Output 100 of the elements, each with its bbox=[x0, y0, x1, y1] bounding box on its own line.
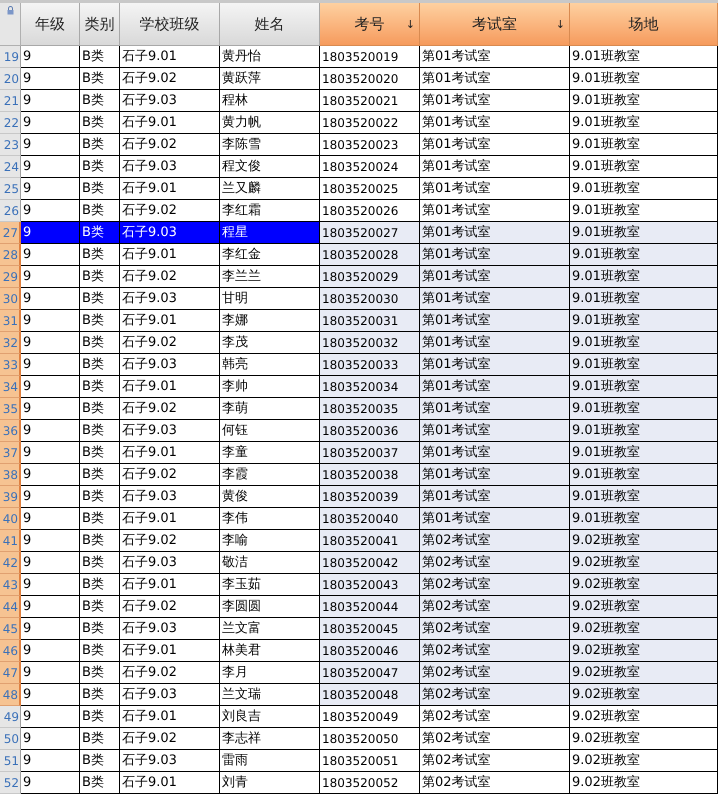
table-cell: 9.01班教室 bbox=[570, 508, 718, 530]
row-header[interactable]: 41 bbox=[0, 530, 21, 552]
table-cell: 兰文瑞 bbox=[220, 684, 320, 706]
table-cell: 9 bbox=[21, 728, 80, 750]
row-header[interactable]: 30 bbox=[0, 288, 21, 310]
table-cell: 雷雨 bbox=[220, 750, 320, 772]
row-header[interactable]: 23 bbox=[0, 134, 21, 156]
row-header[interactable]: 40 bbox=[0, 508, 21, 530]
table-cell: 9 bbox=[21, 244, 80, 266]
row-header[interactable]: 37 bbox=[0, 442, 21, 464]
row-header[interactable]: 21 bbox=[0, 90, 21, 112]
row-header[interactable]: 19 bbox=[0, 46, 21, 68]
row-header[interactable]: 43 bbox=[0, 574, 21, 596]
table-cell: B类 bbox=[80, 90, 120, 112]
table-cell: 兰文富 bbox=[220, 618, 320, 640]
row-header[interactable]: 48 bbox=[0, 684, 21, 706]
table-cell: 石子9.02 bbox=[120, 266, 220, 288]
table-cell: B类 bbox=[80, 574, 120, 596]
row-header[interactable]: 42 bbox=[0, 552, 21, 574]
table-cell: 9.02班教室 bbox=[570, 530, 718, 552]
row-header[interactable]: 31 bbox=[0, 310, 21, 332]
table-cell: 第01考试室 bbox=[420, 332, 570, 354]
column-header[interactable]: 年级 bbox=[21, 3, 80, 46]
table-cell: 李萌 bbox=[220, 398, 320, 420]
column-header[interactable]: 类别 bbox=[80, 3, 120, 46]
table-cell: 第01考试室 bbox=[420, 486, 570, 508]
table-cell: B类 bbox=[80, 310, 120, 332]
row-header[interactable]: 20 bbox=[0, 68, 21, 90]
table-cell: 9 bbox=[21, 464, 80, 486]
sort-arrow[interactable]: ↓ bbox=[556, 17, 565, 34]
table-cell: 第01考试室 bbox=[420, 398, 570, 420]
table-cell: 1803520043 bbox=[320, 574, 420, 596]
table-cell: 9.02班教室 bbox=[570, 750, 718, 772]
row-header[interactable]: 22 bbox=[0, 112, 21, 134]
table-cell: B类 bbox=[80, 640, 120, 662]
table-cell: B类 bbox=[80, 178, 120, 200]
row-header[interactable]: 47 bbox=[0, 662, 21, 684]
table-cell: 第02考试室 bbox=[420, 728, 570, 750]
table-cell: 兰又麟 bbox=[220, 178, 320, 200]
table-cell: B类 bbox=[80, 750, 120, 772]
table-cell: 9.01班教室 bbox=[570, 112, 718, 134]
table-cell: B类 bbox=[80, 398, 120, 420]
table-cell: 1803520033 bbox=[320, 354, 420, 376]
table-cell: B类 bbox=[80, 442, 120, 464]
sort-arrow[interactable]: ↓ bbox=[406, 17, 415, 34]
table-cell: B类 bbox=[80, 354, 120, 376]
table-cell: 石子9.01 bbox=[120, 46, 220, 68]
column-header[interactable]: 场地 bbox=[570, 3, 718, 46]
row-header[interactable]: 39 bbox=[0, 486, 21, 508]
table-cell: 第02考试室 bbox=[420, 530, 570, 552]
table-cell: B类 bbox=[80, 266, 120, 288]
table-cell: 石子9.01 bbox=[120, 706, 220, 728]
table-cell: 第02考试室 bbox=[420, 662, 570, 684]
row-header[interactable]: 46 bbox=[0, 640, 21, 662]
table-cell: 1803520032 bbox=[320, 332, 420, 354]
table-cell: 石子9.02 bbox=[120, 728, 220, 750]
row-header[interactable]: 33 bbox=[0, 354, 21, 376]
row-header[interactable]: 34 bbox=[0, 376, 21, 398]
row-header[interactable]: 27 bbox=[0, 222, 21, 244]
table-cell: 第02考试室 bbox=[420, 684, 570, 706]
row-header[interactable]: 28 bbox=[0, 244, 21, 266]
table-cell: 李红霜 bbox=[220, 200, 320, 222]
table-cell: 9.02班教室 bbox=[570, 640, 718, 662]
table-cell: 9.01班教室 bbox=[570, 134, 718, 156]
column-header[interactable]: 考试室 ↓ bbox=[420, 3, 570, 46]
row-header[interactable]: 38 bbox=[0, 464, 21, 486]
row-header[interactable]: 32 bbox=[0, 332, 21, 354]
lock-icon[interactable] bbox=[6, 6, 14, 15]
row-header[interactable]: 26 bbox=[0, 200, 21, 222]
table-cell: 石子9.01 bbox=[120, 772, 220, 794]
table-cell: B类 bbox=[80, 200, 120, 222]
table-cell: 9.01班教室 bbox=[570, 442, 718, 464]
table-cell: 9 bbox=[21, 662, 80, 684]
table-cell: 石子9.03 bbox=[120, 354, 220, 376]
table-cell: 9 bbox=[21, 508, 80, 530]
row-header[interactable]: 35 bbox=[0, 398, 21, 420]
table-cell: 第01考试室 bbox=[420, 266, 570, 288]
table-cell: 李兰兰 bbox=[220, 266, 320, 288]
table-cell: 李陈雪 bbox=[220, 134, 320, 156]
table-cell: B类 bbox=[80, 772, 120, 794]
column-header[interactable]: 学校班级 bbox=[120, 3, 220, 46]
row-header[interactable]: 29 bbox=[0, 266, 21, 288]
table-cell: B类 bbox=[80, 68, 120, 90]
column-header[interactable]: 姓名 bbox=[220, 3, 320, 46]
row-header[interactable]: 49 bbox=[0, 706, 21, 728]
table-cell: 程文俊 bbox=[220, 156, 320, 178]
row-header[interactable]: 44 bbox=[0, 596, 21, 618]
row-header[interactable]: 52 bbox=[0, 772, 21, 794]
row-header[interactable]: 45 bbox=[0, 618, 21, 640]
row-header[interactable]: 50 bbox=[0, 728, 21, 750]
column-header[interactable]: 考号 ↓ bbox=[320, 3, 420, 46]
table-cell: 1803520039 bbox=[320, 486, 420, 508]
row-header[interactable]: 51 bbox=[0, 750, 21, 772]
row-header[interactable]: 25 bbox=[0, 178, 21, 200]
row-header[interactable]: 36 bbox=[0, 420, 21, 442]
row-header[interactable]: 24 bbox=[0, 156, 21, 178]
table-cell: 9.01班教室 bbox=[570, 464, 718, 486]
table-cell: 9.01班教室 bbox=[570, 90, 718, 112]
table-cell: 9.02班教室 bbox=[570, 684, 718, 706]
table-cell: 9.02班教室 bbox=[570, 552, 718, 574]
